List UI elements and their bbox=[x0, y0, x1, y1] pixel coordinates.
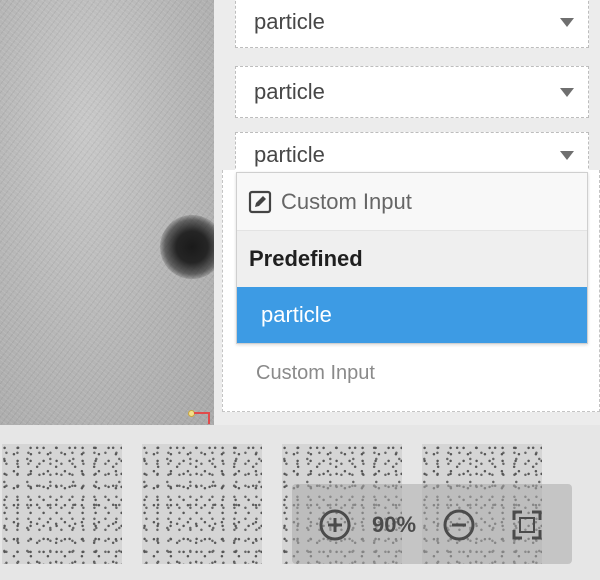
label-select-value: particle bbox=[254, 9, 325, 34]
option-particle[interactable]: particle bbox=[237, 287, 587, 343]
label-select-value: particle bbox=[254, 142, 325, 167]
annotation-box-edge bbox=[208, 412, 210, 424]
zoom-control: 90% bbox=[292, 484, 572, 564]
thumbnail[interactable] bbox=[142, 444, 262, 564]
zoom-out-icon[interactable] bbox=[442, 508, 476, 542]
option-group-header: Predefined bbox=[237, 231, 587, 287]
custom-input-option-label: Custom Input bbox=[281, 188, 412, 214]
thumbnail[interactable] bbox=[2, 444, 122, 564]
custom-input-option[interactable]: Custom Input bbox=[237, 173, 587, 231]
image-canvas[interactable] bbox=[0, 0, 214, 425]
caret-down-icon[interactable] bbox=[560, 18, 574, 27]
custom-input-field[interactable]: Custom Input bbox=[256, 362, 375, 385]
zoom-level: 90% bbox=[372, 512, 417, 537]
zoom-in-icon[interactable] bbox=[318, 508, 352, 542]
particle-blob bbox=[160, 215, 214, 279]
caret-down-icon[interactable] bbox=[560, 151, 574, 160]
edit-icon bbox=[247, 189, 273, 215]
label-select-2[interactable]: particle bbox=[235, 66, 589, 118]
label-select-value: particle bbox=[254, 79, 325, 104]
label-select-1[interactable]: particle bbox=[235, 0, 589, 48]
caret-down-icon[interactable] bbox=[560, 88, 574, 97]
label-dropdown-menu: Custom Input Predefined particle bbox=[236, 172, 588, 344]
fullscreen-icon[interactable] bbox=[510, 508, 544, 542]
